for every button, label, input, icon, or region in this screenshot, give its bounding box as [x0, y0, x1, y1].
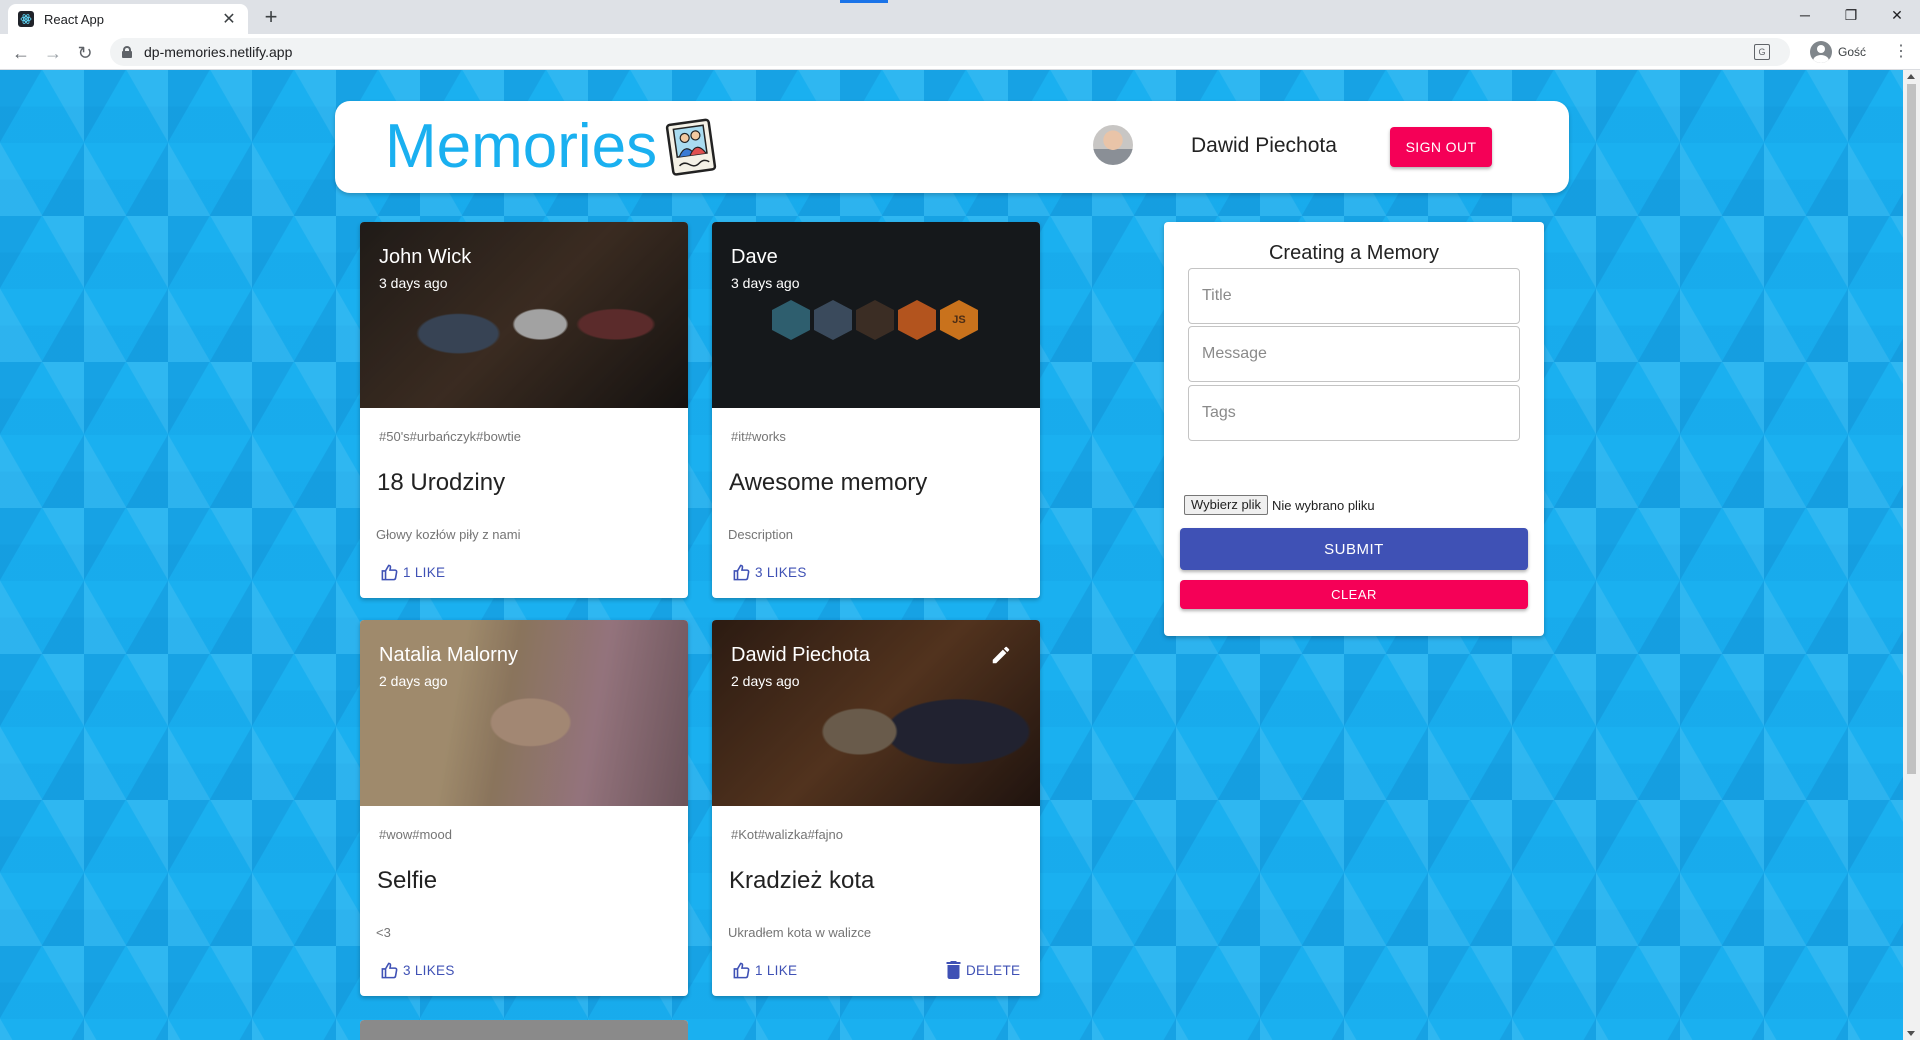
- card-author: Dave: [731, 246, 778, 268]
- back-icon[interactable]: ←: [8, 40, 34, 66]
- user-name: Dawid Piechota: [1191, 134, 1337, 157]
- card-title: 18 Urodziny: [377, 469, 506, 496]
- app-bar: Memories Dawid Piechota SIGN OUT: [335, 101, 1569, 193]
- browser-toolbar: ← → ↻ dp-memories.netlify.app G Gość ⋮: [0, 34, 1920, 70]
- address-bar[interactable]: dp-memories.netlify.app G: [110, 38, 1790, 66]
- scroll-down-arrow-icon[interactable]: [1907, 1031, 1915, 1036]
- scroll-up-arrow-icon[interactable]: [1907, 74, 1915, 79]
- thumb-up-icon: [381, 564, 398, 581]
- delete-icon: [946, 961, 961, 979]
- delete-button[interactable]: DELETE: [946, 961, 1020, 979]
- delete-label: DELETE: [966, 962, 1021, 978]
- hexagon-logo: [856, 300, 894, 340]
- clear-button[interactable]: CLEAR: [1180, 580, 1528, 609]
- like-count: 1 LIKE: [403, 565, 446, 580]
- edit-icon[interactable]: [990, 644, 1012, 666]
- memory-card-partial: [360, 1020, 688, 1040]
- page-scrollbar[interactable]: [1903, 70, 1920, 1040]
- minimize-button[interactable]: ─: [1782, 0, 1828, 30]
- card-time: 3 days ago: [731, 275, 800, 291]
- user-avatar: [1093, 125, 1133, 165]
- profile-button[interactable]: Gość: [1810, 40, 1866, 64]
- like-count: 3 LIKES: [755, 565, 807, 580]
- card-author: Dawid Piechota: [731, 644, 870, 666]
- hexagon-logo: [772, 300, 810, 340]
- tech-logos: JS: [772, 300, 978, 340]
- message-field[interactable]: [1188, 326, 1520, 382]
- thumb-up-icon: [733, 564, 750, 581]
- close-tab-icon[interactable]: ✕: [220, 9, 238, 29]
- like-button[interactable]: 3 LIKES: [380, 961, 455, 980]
- sign-out-button[interactable]: SIGN OUT: [1390, 127, 1492, 167]
- card-time: 3 days ago: [379, 275, 448, 291]
- card-author: Natalia Malorny: [379, 644, 518, 666]
- tab-loading-indicator: [840, 0, 888, 3]
- scroll-thumb[interactable]: [1907, 84, 1916, 774]
- thumb-up-icon: [733, 962, 750, 979]
- choose-file-button[interactable]: Wybierz plik: [1184, 495, 1268, 515]
- card-message: Głowy kozłów piły z nami: [376, 527, 521, 542]
- url-text: dp-memories.netlify.app: [144, 44, 293, 60]
- tags-field[interactable]: [1188, 385, 1520, 441]
- forward-icon[interactable]: →: [40, 40, 66, 66]
- card-message: Ukradłem kota w walizce: [728, 925, 872, 940]
- reload-icon[interactable]: ↻: [72, 40, 98, 66]
- lock-icon[interactable]: [122, 46, 132, 58]
- close-window-button[interactable]: ✕: [1874, 0, 1920, 30]
- card-tags: #50's#urbańczyk#bowtie: [379, 429, 521, 444]
- new-tab-button[interactable]: +: [258, 5, 284, 31]
- card-title: Awesome memory: [729, 469, 928, 496]
- memory-card: JS Dave 3 days ago #it#works Awesome mem…: [712, 222, 1040, 598]
- title-field[interactable]: [1188, 268, 1520, 324]
- hexagon-logo: [814, 300, 852, 340]
- card-message: <3: [376, 925, 391, 940]
- submit-button[interactable]: SUBMIT: [1180, 528, 1528, 570]
- message-input[interactable]: [1202, 327, 1502, 381]
- browser-menu-icon[interactable]: ⋮: [1893, 42, 1909, 62]
- browser-tab-strip: React App ✕ + ─ ❐ ✕: [0, 0, 1920, 34]
- file-status: Nie wybrano pliku: [1271, 497, 1375, 513]
- thumb-up-icon: [381, 962, 398, 979]
- like-count: 1 LIKE: [755, 963, 798, 978]
- card-author: John Wick: [379, 246, 472, 268]
- card-tags: #Kot#walizka#fajno: [731, 827, 844, 842]
- like-count: 3 LIKES: [403, 963, 455, 978]
- tab-title: React App: [44, 11, 104, 27]
- card-tags: #wow#mood: [379, 827, 452, 842]
- memory-card: Natalia Malorny 2 days ago #wow#mood Sel…: [360, 620, 688, 996]
- page-background: Memories Dawid Piechota SIGN OUT John Wi…: [0, 70, 1903, 1040]
- card-title: Kradzież kota: [729, 867, 875, 894]
- profile-avatar-icon: [1810, 41, 1832, 63]
- title-input[interactable]: [1202, 269, 1502, 323]
- profile-name: Gość: [1838, 45, 1867, 59]
- tags-input[interactable]: [1202, 386, 1502, 440]
- like-button[interactable]: 3 LIKES: [732, 563, 807, 582]
- brand-title[interactable]: Memories: [385, 111, 657, 183]
- file-picker: Wybierz plik Nie wybrano pliku: [1184, 495, 1375, 515]
- card-message: Description: [728, 527, 794, 542]
- memory-card: John Wick 3 days ago #50's#urbańczyk#bow…: [360, 222, 688, 598]
- form-title: Creating a Memory: [1268, 242, 1440, 264]
- card-time: 2 days ago: [731, 673, 800, 689]
- card-tags: #it#works: [731, 429, 786, 444]
- react-icon: [18, 11, 34, 27]
- hexagon-logo: [898, 300, 936, 340]
- js-hexagon-logo: JS: [940, 300, 978, 340]
- memory-form: Creating a Memory Wybierz plik Nie wybra…: [1164, 222, 1544, 636]
- card-time: 2 days ago: [379, 673, 448, 689]
- restore-button[interactable]: ❐: [1828, 0, 1874, 30]
- card-title: Selfie: [377, 867, 438, 894]
- window-controls: ─ ❐ ✕: [1782, 0, 1920, 30]
- memory-card: Dawid Piechota 2 days ago #Kot#walizka#f…: [712, 620, 1040, 996]
- browser-tab[interactable]: React App ✕: [8, 4, 248, 34]
- like-button[interactable]: 1 LIKE: [732, 961, 797, 980]
- translate-icon[interactable]: G: [1754, 44, 1770, 60]
- like-button[interactable]: 1 LIKE: [380, 563, 445, 582]
- memories-photo-icon: [665, 118, 717, 176]
